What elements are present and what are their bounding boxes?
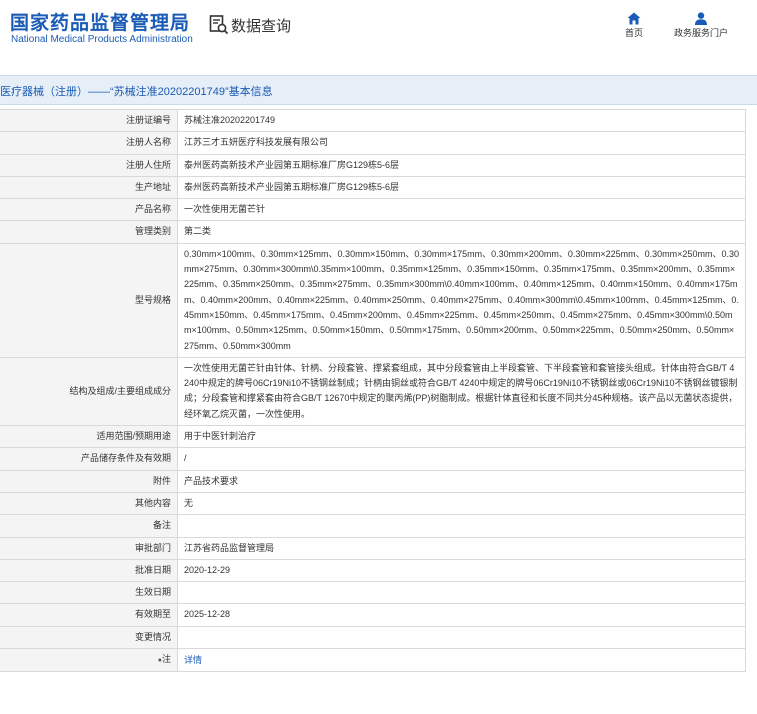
table-row: 其他内容无 <box>0 491 746 516</box>
field-value: 江苏三才五妍医疗科技发展有限公司 <box>177 131 746 155</box>
data-query-label: 数据查询 <box>231 17 292 35</box>
page-title: 医疗器械（注册）——“苏械注准20202201749”基本信息 <box>0 86 273 98</box>
field-label: 生效日期 <box>0 581 178 605</box>
field-label: 管理类别 <box>0 220 178 244</box>
field-value: 泰州医药高新技术产业园第五期标准厂房G129栋5-6层 <box>177 175 746 200</box>
site-logo-cn[interactable]: 国家药品监督管理局 <box>10 8 190 35</box>
field-value: 2020-12-29 <box>177 558 746 583</box>
note-row: ●注 详情 <box>0 648 746 673</box>
site-logo-en[interactable]: National Medical Products Administration <box>11 34 193 45</box>
site-header: 国家药品监督管理局 National Medical Products Admi… <box>0 0 757 62</box>
table-row: 管理类别 第二类 <box>0 220 746 244</box>
field-value: 一次性使用无菌芒针由针体、针柄、分段套管、撑紧套组成，其中分段套管由上半段套管、… <box>177 356 746 427</box>
field-label: 附件 <box>0 469 178 493</box>
field-label: 注册证编号 <box>0 108 178 133</box>
field-label: 注册人住所 <box>0 153 178 177</box>
nav-gov-label: 政务服务门户 <box>673 28 728 38</box>
field-value: 2025-12-28 <box>177 603 746 627</box>
detail-table: 注册证编号 苏械注准20202201749 注册人名称 江苏三才五妍医疗科技发展有限公… <box>0 108 746 673</box>
field-label: 注册人名称 <box>0 131 178 155</box>
field-label: 型号规格 <box>0 242 178 358</box>
data-query-link[interactable]: 数据查询 <box>209 14 291 36</box>
note-label-cell: ●注 <box>0 648 178 673</box>
nav-gov-services[interactable]: 政务服务门户 <box>668 10 734 39</box>
field-value: 江苏省药品监督管理局 <box>177 536 746 560</box>
field-value <box>177 625 746 650</box>
field-value: 第二类 <box>177 220 746 244</box>
field-value: 0.30mm×100mm、0.30mm×125mm、0.30mm×150mm、0… <box>177 242 746 358</box>
field-label: 批准日期 <box>0 558 178 583</box>
field-label: 备注 <box>0 514 178 538</box>
table-row: 注册证编号 苏械注准20202201749 <box>0 108 746 133</box>
table-row: 有效期至 2025-12-28 <box>0 603 746 627</box>
page-title-bar: 医疗器械（注册）——“苏械注准20202201749”基本信息 <box>0 75 757 105</box>
nav-home[interactable]: 首页 <box>619 10 649 39</box>
table-row: 产品名称 一次性使用无菌芒针 <box>0 198 746 222</box>
table-row: 生产地址 泰州医药高新技术产业园第五期标准厂房G129栋5-6层 <box>0 175 746 200</box>
home-icon <box>619 10 649 26</box>
field-value: 泰州医药高新技术产业园第五期标准厂房G129栋5-6层 <box>177 153 746 177</box>
table-row: 生效日期 <box>0 581 746 605</box>
table-row: 产品储存条件及有效期 / <box>0 447 746 471</box>
field-value: 一次性使用无菌芒针 <box>177 198 746 222</box>
detail-link[interactable]: 详情 <box>184 655 202 665</box>
field-label: 审批部门 <box>0 536 178 560</box>
field-label: 结构及组成/主要组成成分 <box>0 356 178 427</box>
field-value: 无 <box>177 491 746 516</box>
field-label: 其他内容 <box>0 491 178 516</box>
field-value: 产品技术要求 <box>177 469 746 493</box>
table-row: 适用范围/预期用途 用于中医针刺治疗 <box>0 425 746 449</box>
field-label: 适用范围/预期用途 <box>0 425 178 449</box>
note-label: 注 <box>161 654 171 665</box>
field-label: 变更情况 <box>0 625 178 650</box>
table-row: 结构及组成/主要组成成分 一次性使用无菌芒针由针体、针柄、分段套管、撑紧套组成，其… <box>0 356 746 427</box>
document-search-icon <box>209 14 229 36</box>
note-value-cell: 详情 <box>177 648 746 673</box>
field-value <box>177 514 746 538</box>
table-row: 批准日期 2020-12-29 <box>0 558 746 583</box>
table-row: 备注 <box>0 514 746 538</box>
field-label: 产品储存条件及有效期 <box>0 447 178 471</box>
table-row: 变更情况 <box>0 625 746 650</box>
table-row: 注册人住所 泰州医药高新技术产业园第五期标准厂房G129栋5-6层 <box>0 153 746 177</box>
field-value: 苏械注准20202201749 <box>177 108 746 133</box>
field-label: 有效期至 <box>0 603 178 627</box>
table-row: 型号规格 0.30mm×100mm、0.30mm×125mm、0.30mm×150… <box>0 242 746 358</box>
nav-home-label: 首页 <box>624 28 643 38</box>
field-value: / <box>177 447 746 471</box>
field-value: 用于中医针刺治疗 <box>177 425 746 449</box>
field-label: 生产地址 <box>0 175 178 200</box>
table-row: 附件 产品技术要求 <box>0 469 746 493</box>
field-value <box>177 581 746 605</box>
table-row: 审批部门 江苏省药品监督管理局 <box>0 536 746 560</box>
user-icon <box>668 10 734 26</box>
field-label: 产品名称 <box>0 198 178 222</box>
table-row: 注册人名称 江苏三才五妍医疗科技发展有限公司 <box>0 131 746 155</box>
